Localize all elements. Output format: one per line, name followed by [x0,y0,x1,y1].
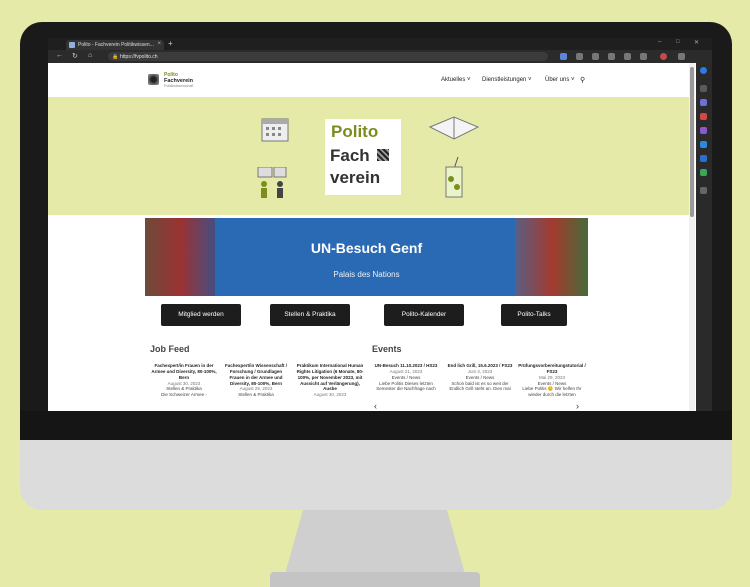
hero-word-polito: Polito [331,122,379,141]
monitor-bottom-bezel [20,411,732,440]
minimize-button[interactable]: – [658,39,661,45]
new-tab-button[interactable]: + [168,39,173,48]
job-title[interactable]: Fachexpert/in Wissenschaft / Forschung /… [222,363,290,386]
back-icon[interactable]: ← [56,52,63,59]
stellen-praktika-button[interactable]: Stellen & Praktika [270,304,350,326]
hero-word-fach: Fach [330,146,370,165]
outlook-icon[interactable] [700,141,707,148]
job-feed-item[interactable]: Praktikum International Human Rights Lit… [296,363,364,398]
extension-icon[interactable] [560,53,567,60]
logo-icon[interactable] [148,74,159,85]
job-feed-title: Job Feed [150,344,190,354]
banner-subtitle: Palais des Nations [333,270,400,279]
hero-section: Polito Fach verein [48,97,689,215]
event-title[interactable]: Prüfungsvorbereitungstutorial / FS23 [518,363,586,375]
search-icon[interactable]: ⚲ [580,76,585,84]
job-date: August 30, 2023 [313,392,347,398]
event-item[interactable]: UN-Besuch 11.10.2023 / HS23 August 21, 2… [372,363,440,392]
book-icon [428,116,480,140]
event-item[interactable]: Prüfungsvorbereitungstutorial / FS23 Mai… [518,363,586,398]
job-feed-item[interactable]: Fachexpert/in Frauen in der Armee und Di… [150,363,218,398]
search-sidebar-icon[interactable] [700,85,707,92]
page-scrollbar[interactable] [689,63,695,411]
checker-icon [377,149,389,161]
screen: Polito - Fachverein Politikwissen... × +… [48,38,712,411]
banner-title: UN-Besuch Genf [310,240,423,256]
monitor-foot [270,572,480,587]
job-category[interactable]: Stellen & Praktika [222,392,290,398]
event-title[interactable]: UN-Besuch 11.10.2023 / HS23 [372,363,440,369]
event-title[interactable]: End lich Grill, 15.6.2023 / FS23 [446,363,514,369]
nav-dienstleistungen[interactable]: Dienstleistungen ˅ [482,77,532,83]
office-icon[interactable] [700,155,707,162]
events-next-arrow-icon[interactable]: › [576,401,579,411]
drop-icon[interactable] [700,169,707,176]
home-icon[interactable]: ⌂ [88,52,92,59]
favicon-icon [69,42,75,48]
website: Polito Fach verein Politikwissenschaft Ak… [48,63,689,411]
job-title[interactable]: Praktikum International Human Rights Lit… [296,363,364,392]
job-title[interactable]: Fachexpert/in Frauen in der Armee und Di… [150,363,218,381]
polito-kalender-button[interactable]: Polito-Kalender [384,304,464,326]
lock-icon: 🔒 [112,54,119,60]
event-excerpt: Liebe Politis 😊 Wir helfen Ihr wieder du… [522,386,582,398]
polito-talks-button[interactable]: Polito-Talks [501,304,567,326]
hero-banner[interactable]: UN-Besuch Genf Palais des Nations [145,218,588,296]
games-icon[interactable] [700,127,707,134]
copilot-icon[interactable] [700,67,707,74]
collections-icon[interactable] [608,53,615,60]
browser-tab[interactable]: Polito - Fachverein Politikwissen... × [66,40,164,50]
add-sidebar-icon[interactable] [700,187,707,194]
close-icon[interactable]: × [157,41,161,47]
url-text: https://fvpolito.ch [120,54,158,60]
close-window-button[interactable]: ✕ [694,39,699,46]
favorites-icon[interactable] [592,53,599,60]
hero-logo: Polito Fach verein [325,119,401,195]
monitor-chin [20,440,732,510]
hero-word-verein: verein [330,168,381,187]
shopping-icon[interactable] [700,113,707,120]
history-icon[interactable] [640,53,647,60]
tools-icon[interactable] [700,99,707,106]
events-title: Events [372,344,402,354]
edge-sidebar [696,63,712,411]
banner-sky [215,218,515,296]
event-item[interactable]: End lich Grill, 15.6.2023 / FS23 Juni 3,… [446,363,514,392]
nav-ueber-uns[interactable]: Über uns ˅ [545,77,575,83]
downloads-icon[interactable] [624,53,631,60]
events-prev-arrow-icon[interactable]: ‹ [374,401,377,411]
nav-aktuelles[interactable]: Aktuelles ˅ [441,77,471,83]
people-icon [257,167,287,198]
site-header: Polito Fachverein Politikwissenschaft Ak… [48,63,689,97]
drink-icon [445,157,463,198]
tab-title: Polito - Fachverein Politikwissen... [78,42,154,48]
refresh-icon[interactable]: ↻ [72,52,78,60]
mitglied-werden-button[interactable]: Mitglied werden [161,304,241,326]
browser-titlebar: Polito - Fachverein Politikwissen... × +… [48,38,712,50]
event-excerpt: Liebe Politis Dieses letzten Semester di… [376,380,436,392]
address-bar[interactable]: 🔒 https://fvpolito.ch [108,52,548,61]
event-excerpt: Schon bald ist es so weit der Endlich Gr… [449,380,511,392]
scroll-thumb[interactable] [690,67,694,217]
job-excerpt: Die Schweizer Armee - [161,392,207,398]
logo-text-sub: Politikwissenschaft [164,84,194,88]
more-icon[interactable] [678,53,685,60]
address-toolbar: ← ↻ ⌂ 🔒 https://fvpolito.ch [48,50,712,63]
job-feed-item[interactable]: Fachexpert/in Wissenschaft / Forschung /… [222,363,290,398]
profile-avatar[interactable] [660,53,667,60]
calendar-icon [261,118,289,142]
monitor-stand [285,510,465,574]
split-screen-icon[interactable] [576,53,583,60]
maximize-button[interactable]: □ [676,39,680,45]
